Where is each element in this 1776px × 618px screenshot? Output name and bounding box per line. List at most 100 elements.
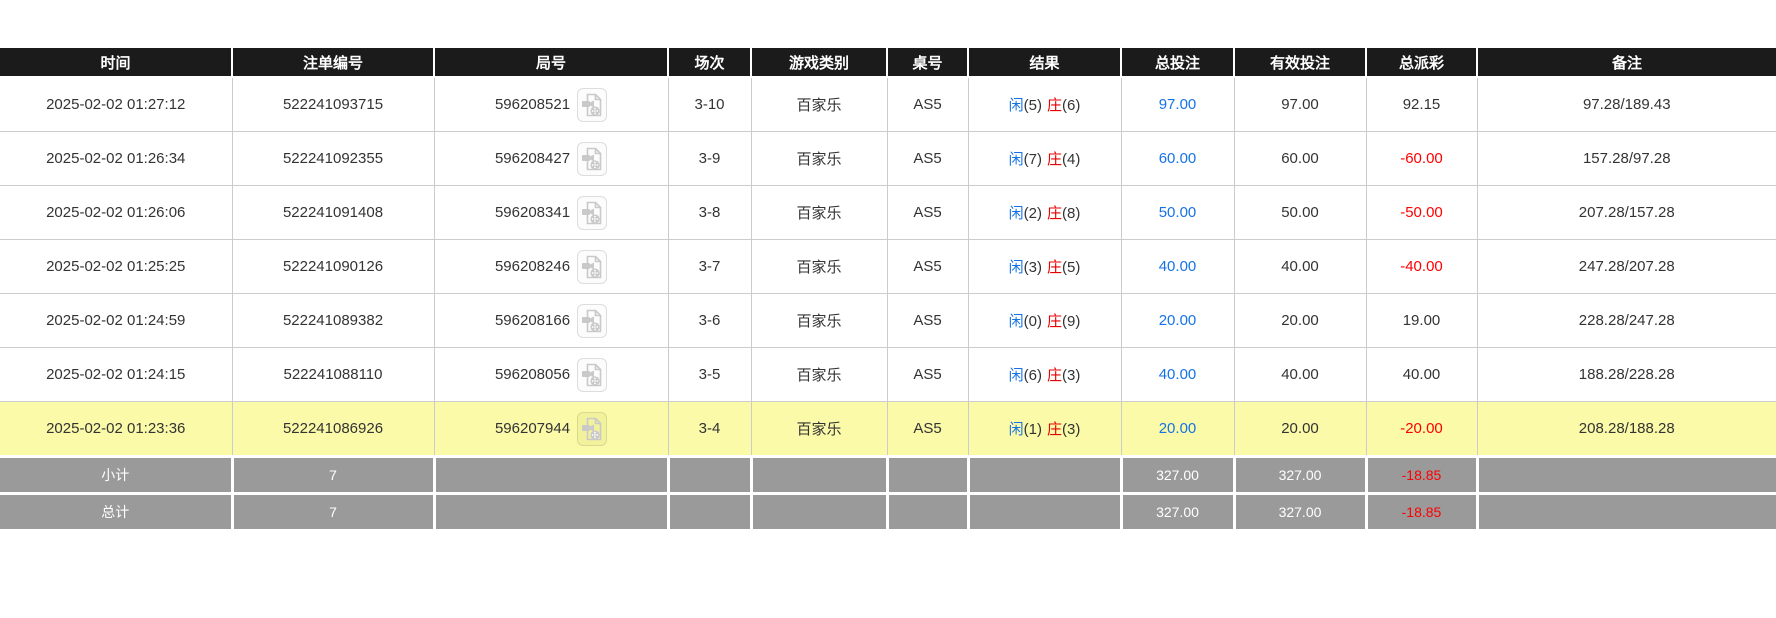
cell-result: 闲(3)庄(5) [968, 240, 1121, 294]
cell-valid-bet: 97.00 [1234, 77, 1366, 132]
round-no-text: 596208246 [495, 258, 570, 275]
summary-label: 总计 [0, 494, 232, 531]
cell-payout: 92.15 [1366, 77, 1477, 132]
video-replay-button[interactable] [577, 304, 607, 338]
summary-label: 小计 [0, 457, 232, 494]
cell-game-type: 百家乐 [751, 186, 887, 240]
cell-session: 3-7 [668, 240, 751, 294]
cell-table-no: AS5 [887, 240, 968, 294]
col-header-time: 时间 [0, 47, 232, 77]
cell-round-no: 596208427 [434, 132, 668, 186]
bet-history-table: 时间 注单编号 局号 场次 游戏类别 桌号 结果 总投注 有效投注 总派彩 备注… [0, 46, 1776, 532]
banker-result-score: (5) [1062, 259, 1080, 276]
cell-remark: 247.28/207.28 [1477, 240, 1776, 294]
col-header-valid-bet: 有效投注 [1234, 47, 1366, 77]
video-replay-button[interactable] [577, 412, 607, 446]
cell-valid-bet: 50.00 [1234, 186, 1366, 240]
cell-valid-bet: 20.00 [1234, 294, 1366, 348]
total-bet-link[interactable]: 40.00 [1159, 366, 1197, 383]
cell-remark: 157.28/97.28 [1477, 132, 1776, 186]
summary-valid-bet: 327.00 [1234, 494, 1366, 531]
total-bet-link[interactable]: 50.00 [1159, 204, 1197, 221]
cell-time: 2025-02-02 01:26:34 [0, 132, 232, 186]
round-no-text: 596208427 [495, 150, 570, 167]
video-replay-button[interactable] [577, 88, 607, 122]
table-header: 时间 注单编号 局号 场次 游戏类别 桌号 结果 总投注 有效投注 总派彩 备注 [0, 47, 1776, 77]
player-result-label: 闲 [1009, 151, 1024, 168]
table-row: 2025-02-02 01:26:06 522241091408 5962083… [0, 186, 1776, 240]
summary-row: 小计 7 327.00 327.00 -18.85 [0, 457, 1776, 494]
banker-result-score: (3) [1062, 367, 1080, 384]
video-replay-button[interactable] [577, 196, 607, 230]
total-bet-link[interactable]: 20.00 [1159, 312, 1197, 329]
player-result-score: (5) [1024, 97, 1042, 114]
summary-empty-session [668, 457, 751, 494]
round-no-text: 596207944 [495, 420, 570, 437]
cell-table-no: AS5 [887, 402, 968, 457]
cell-time: 2025-02-02 01:26:06 [0, 186, 232, 240]
cell-remark: 97.28/189.43 [1477, 77, 1776, 132]
banker-result-score: (3) [1062, 421, 1080, 438]
cell-round-no: 596208341 [434, 186, 668, 240]
col-header-table-no: 桌号 [887, 47, 968, 77]
banker-result-score: (6) [1062, 97, 1080, 114]
cell-table-no: AS5 [887, 348, 968, 402]
cell-total-bet: 97.00 [1121, 77, 1234, 132]
player-result-label: 闲 [1009, 367, 1024, 384]
banker-result-label: 庄 [1047, 367, 1062, 384]
cell-round-no: 596207944 [434, 402, 668, 457]
table-body: 2025-02-02 01:27:12 522241093715 5962085… [0, 77, 1776, 531]
banker-result-label: 庄 [1047, 421, 1062, 438]
cell-total-bet: 40.00 [1121, 348, 1234, 402]
summary-empty-round [434, 494, 668, 531]
cell-payout: -50.00 [1366, 186, 1477, 240]
video-replay-icon [581, 146, 603, 172]
cell-remark: 228.28/247.28 [1477, 294, 1776, 348]
cell-total-bet: 20.00 [1121, 294, 1234, 348]
total-bet-link[interactable]: 60.00 [1159, 150, 1197, 167]
col-header-session: 场次 [668, 47, 751, 77]
total-bet-link[interactable]: 40.00 [1159, 258, 1197, 275]
cell-table-no: AS5 [887, 132, 968, 186]
cell-table-no: AS5 [887, 294, 968, 348]
table-row: 2025-02-02 01:25:25 522241090126 5962082… [0, 240, 1776, 294]
cell-payout: 19.00 [1366, 294, 1477, 348]
summary-total-bet: 327.00 [1121, 494, 1234, 531]
player-result-score: (7) [1024, 151, 1042, 168]
summary-payout: -18.85 [1366, 494, 1477, 531]
cell-round-no: 596208521 [434, 77, 668, 132]
video-replay-icon [581, 416, 603, 442]
summary-empty-result [968, 494, 1121, 531]
cell-bet-no: 522241092355 [232, 132, 434, 186]
cell-payout: -60.00 [1366, 132, 1477, 186]
banker-result-label: 庄 [1047, 97, 1062, 114]
cell-session: 3-5 [668, 348, 751, 402]
summary-empty-round [434, 457, 668, 494]
cell-result: 闲(6)庄(3) [968, 348, 1121, 402]
total-bet-link[interactable]: 20.00 [1159, 420, 1197, 437]
video-replay-icon [581, 308, 603, 334]
col-header-bet-no: 注单编号 [232, 47, 434, 77]
cell-time: 2025-02-02 01:25:25 [0, 240, 232, 294]
cell-time: 2025-02-02 01:24:15 [0, 348, 232, 402]
col-header-result: 结果 [968, 47, 1121, 77]
video-replay-button[interactable] [577, 142, 607, 176]
cell-session: 3-8 [668, 186, 751, 240]
summary-count: 7 [232, 494, 434, 531]
summary-valid-bet: 327.00 [1234, 457, 1366, 494]
video-replay-icon [581, 254, 603, 280]
table-row: 2025-02-02 01:24:15 522241088110 5962080… [0, 348, 1776, 402]
round-no-text: 596208056 [495, 366, 570, 383]
summary-empty-table [887, 457, 968, 494]
cell-round-no: 596208056 [434, 348, 668, 402]
video-replay-icon [581, 200, 603, 226]
cell-bet-no: 522241088110 [232, 348, 434, 402]
cell-result: 闲(1)庄(3) [968, 402, 1121, 457]
video-replay-button[interactable] [577, 250, 607, 284]
total-bet-link[interactable]: 97.00 [1159, 96, 1197, 113]
cell-round-no: 596208166 [434, 294, 668, 348]
cell-time: 2025-02-02 01:23:36 [0, 402, 232, 457]
video-replay-button[interactable] [577, 358, 607, 392]
cell-session: 3-4 [668, 402, 751, 457]
table-row: 2025-02-02 01:26:34 522241092355 5962084… [0, 132, 1776, 186]
